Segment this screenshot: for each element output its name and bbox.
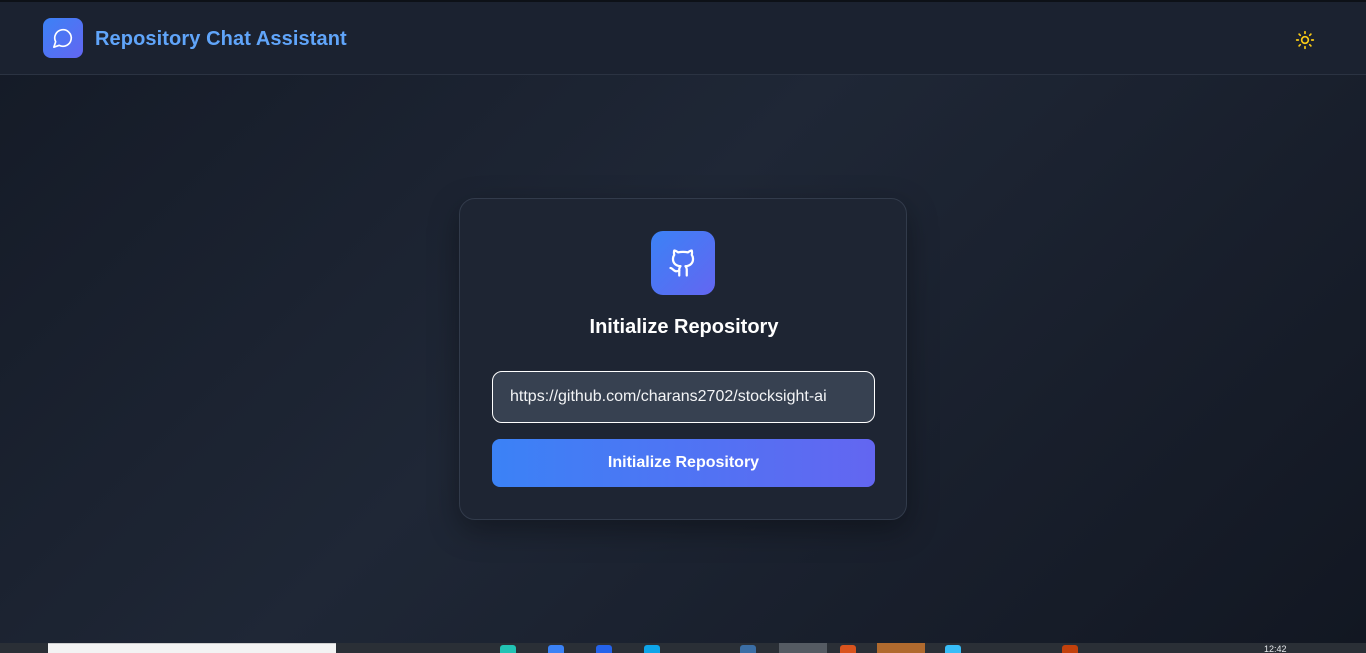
taskbar-app-icon[interactable]: [840, 645, 856, 653]
theme-toggle-button[interactable]: [1291, 26, 1319, 54]
taskbar-app-icon[interactable]: [596, 645, 612, 653]
taskbar-app-icon[interactable]: [1062, 645, 1078, 653]
chat-bubble-icon: [43, 18, 83, 58]
taskbar-clock: 12:42: [1264, 644, 1287, 653]
os-taskbar: 12:42: [0, 643, 1366, 653]
taskbar-app-icon[interactable]: [877, 643, 925, 653]
taskbar-app-icon[interactable]: [548, 645, 564, 653]
card-title: Initialize Repository: [589, 316, 779, 338]
taskbar-app-icon[interactable]: [500, 645, 516, 653]
init-card: Initialize Repository Initialize Reposit…: [459, 198, 907, 520]
taskbar-app-icon[interactable]: [740, 645, 756, 653]
taskbar-search-box[interactable]: [48, 643, 336, 653]
initialize-repository-button[interactable]: Initialize Repository: [492, 439, 875, 487]
taskbar-app-icon[interactable]: [945, 645, 961, 653]
github-icon: [651, 231, 715, 295]
app-window: Repository Chat Assistant Initialize Rep…: [0, 0, 1366, 643]
taskbar-app-icon[interactable]: [644, 645, 660, 653]
repo-url-input[interactable]: [492, 371, 875, 423]
taskbar-active-app[interactable]: [779, 643, 827, 653]
sun-icon: [1295, 30, 1315, 50]
top-header: Repository Chat Assistant: [0, 2, 1366, 75]
app-title: Repository Chat Assistant: [95, 28, 347, 50]
